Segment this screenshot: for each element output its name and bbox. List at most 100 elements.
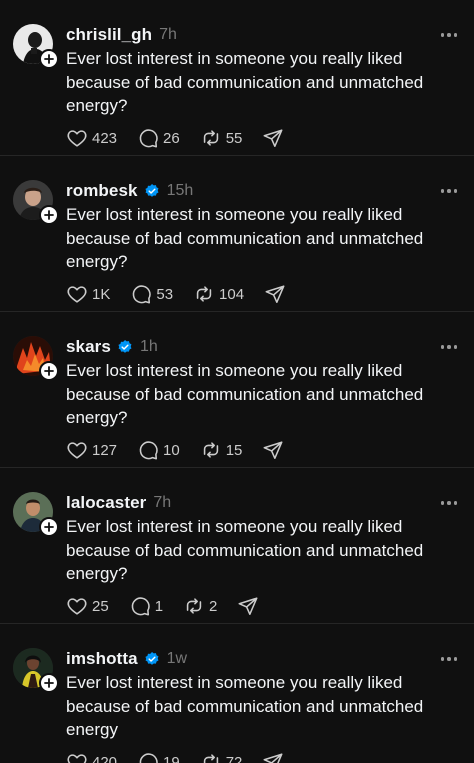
repost-button[interactable]: 15: [200, 439, 243, 461]
threads-feed: chrislil_gh 7h Ever lost interest in som…: [0, 0, 474, 763]
post-header: rombesk 15h: [66, 180, 193, 202]
share-button[interactable]: [262, 751, 284, 763]
comment-button[interactable]: 10: [137, 439, 180, 461]
like-button[interactable]: 127: [66, 439, 117, 461]
like-count: 127: [92, 441, 118, 459]
post-actions: 423 26 55: [66, 126, 304, 150]
like-button[interactable]: 1K: [66, 283, 110, 305]
post-card[interactable]: imshotta 1w Ever lost interest in someon…: [0, 624, 474, 763]
send-icon: [238, 597, 258, 616]
post-text: Ever lost interest in someone you really…: [66, 673, 424, 739]
username[interactable]: lalocaster: [66, 493, 146, 513]
post-time: 7h: [159, 26, 177, 43]
more-options-icon[interactable]: [437, 340, 461, 354]
follow-plus-icon[interactable]: [39, 361, 59, 381]
repost-button[interactable]: 104: [193, 283, 244, 305]
comment-icon: [139, 441, 158, 460]
follow-plus-icon[interactable]: [39, 49, 59, 69]
comment-icon: [139, 753, 158, 763]
send-icon: [263, 129, 283, 148]
verified-badge-icon: [144, 183, 160, 199]
comment-count: 19: [163, 753, 180, 763]
like-button[interactable]: 423: [66, 127, 117, 149]
post-card[interactable]: lalocaster 7h Ever lost interest in some…: [0, 468, 474, 624]
repost-icon: [203, 754, 218, 763]
comment-count: 1: [154, 597, 164, 615]
post-actions: 420 19 72: [66, 750, 304, 763]
like-count: 423: [92, 129, 118, 147]
heart-icon: [67, 754, 87, 763]
comment-count: 26: [163, 129, 180, 147]
repost-count: 72: [225, 753, 243, 763]
post-text: Ever lost interest in someone you really…: [66, 361, 424, 427]
post-text: Ever lost interest in someone you really…: [66, 49, 424, 115]
send-icon: [263, 753, 283, 763]
more-options-icon[interactable]: [437, 496, 461, 510]
username[interactable]: rombesk: [66, 181, 138, 201]
username[interactable]: skars: [66, 337, 111, 357]
repost-count: 15: [225, 441, 243, 459]
share-button[interactable]: [264, 283, 286, 305]
username[interactable]: chrislil_gh: [66, 25, 152, 45]
like-button[interactable]: 420: [66, 751, 117, 763]
avatar-wrap[interactable]: [13, 336, 59, 381]
repost-button[interactable]: 55: [200, 127, 243, 149]
repost-count: 2: [209, 597, 218, 615]
send-icon: [263, 441, 283, 460]
like-count: 25: [92, 597, 109, 615]
comment-icon: [133, 285, 152, 304]
verified-badge-icon: [144, 651, 160, 667]
post-time: 7h: [153, 494, 172, 511]
more-options-icon[interactable]: [437, 184, 461, 198]
heart-icon: [67, 442, 87, 459]
post-time: 1h: [139, 338, 158, 355]
post-actions: 127 10 15: [66, 438, 304, 462]
heart-icon: [67, 130, 87, 147]
comment-button[interactable]: 26: [137, 127, 180, 149]
follow-plus-icon[interactable]: [39, 205, 59, 225]
post-header: skars 1h: [66, 336, 158, 358]
post-text: Ever lost interest in someone you really…: [66, 517, 424, 583]
more-options-icon[interactable]: [437, 652, 461, 666]
avatar-wrap[interactable]: [13, 24, 59, 69]
comment-button[interactable]: 1: [129, 595, 163, 617]
post-actions: 1K 53 104: [66, 282, 306, 306]
post-time: 1w: [166, 650, 188, 667]
repost-icon: [186, 598, 202, 614]
avatar-wrap[interactable]: [13, 648, 59, 693]
avatar-wrap[interactable]: [13, 492, 59, 537]
comment-button[interactable]: 53: [130, 283, 173, 305]
post-actions: 25 1 2: [66, 594, 279, 618]
heart-icon: [67, 598, 87, 615]
post-card[interactable]: skars 1h Ever lost interest in someone y…: [0, 312, 474, 468]
like-button[interactable]: 25: [66, 595, 109, 617]
follow-plus-icon[interactable]: [39, 673, 59, 693]
comment-icon: [131, 597, 150, 616]
repost-icon: [203, 130, 218, 146]
repost-icon: [196, 286, 212, 302]
post-header: lalocaster 7h: [66, 492, 171, 514]
repost-button[interactable]: 2: [183, 595, 217, 617]
post-header: imshotta 1w: [66, 648, 187, 670]
post-header: chrislil_gh 7h: [66, 24, 177, 46]
share-button[interactable]: [262, 439, 284, 461]
more-options-icon[interactable]: [437, 28, 461, 42]
like-count: 1K: [92, 285, 111, 303]
repost-count: 55: [225, 129, 243, 147]
repost-button[interactable]: 72: [200, 751, 243, 763]
like-count: 420: [92, 753, 118, 763]
post-card[interactable]: rombesk 15h Ever lost interest in someon…: [0, 156, 474, 312]
follow-plus-icon[interactable]: [39, 517, 59, 537]
verified-badge-icon: [117, 339, 133, 355]
share-button[interactable]: [262, 127, 284, 149]
post-card[interactable]: chrislil_gh 7h Ever lost interest in som…: [0, 0, 474, 156]
post-text: Ever lost interest in someone you really…: [66, 205, 424, 271]
comment-icon: [139, 129, 158, 148]
comment-count: 53: [156, 285, 174, 303]
comment-count: 10: [163, 441, 180, 459]
avatar-wrap[interactable]: [13, 180, 59, 225]
comment-button[interactable]: 19: [137, 751, 180, 763]
send-icon: [265, 285, 285, 304]
username[interactable]: imshotta: [66, 649, 138, 669]
share-button[interactable]: [237, 595, 259, 617]
